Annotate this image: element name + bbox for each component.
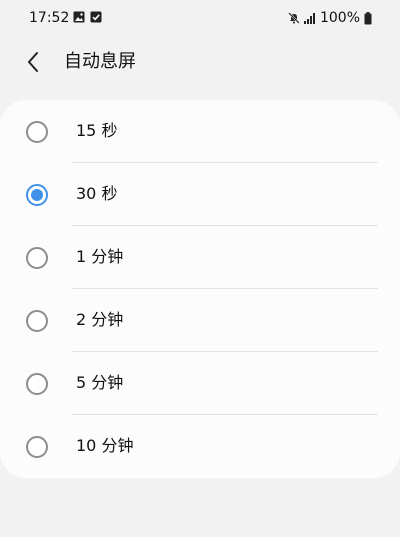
option-10-minutes[interactable]: 10 分钟 [0, 415, 400, 478]
option-30-seconds[interactable]: 30 秒 [0, 163, 400, 226]
radio-button[interactable] [26, 310, 48, 332]
page-title: 自动息屏 [64, 51, 136, 72]
battery-percentage: 100% [319, 10, 360, 26]
radio-dot [31, 189, 43, 201]
option-2-minutes[interactable]: 2 分钟 [0, 289, 400, 352]
options-card: 15 秒 30 秒 1 分钟 2 分钟 5 分钟 10 分钟 [0, 100, 400, 478]
battery-icon [364, 11, 372, 25]
option-1-minute[interactable]: 1 分钟 [0, 226, 400, 289]
status-time: 17:52 [29, 10, 70, 26]
status-bar: 17:52 100% [0, 0, 400, 36]
option-label: 15 秒 [76, 121, 118, 140]
app-header: 自动息屏 [0, 40, 400, 84]
radio-button-selected[interactable] [26, 184, 48, 206]
radio-button[interactable] [26, 373, 48, 395]
mute-icon [288, 12, 300, 24]
radio-button[interactable] [26, 247, 48, 269]
option-label: 10 分钟 [76, 436, 134, 455]
signal-icon [303, 12, 316, 24]
option-label: 2 分钟 [76, 310, 124, 329]
option-15-seconds[interactable]: 15 秒 [0, 100, 400, 163]
image-icon [73, 11, 85, 23]
radio-button[interactable] [26, 121, 48, 143]
chevron-left-icon [20, 48, 48, 76]
option-5-minutes[interactable]: 5 分钟 [0, 352, 400, 415]
status-system-icons: 100% [288, 10, 372, 26]
radio-button[interactable] [26, 436, 48, 458]
option-label: 5 分钟 [76, 373, 124, 392]
option-label: 30 秒 [76, 184, 118, 203]
checkbox-icon [90, 11, 102, 23]
status-notification-icons [73, 11, 102, 23]
back-button[interactable] [20, 48, 48, 76]
option-label: 1 分钟 [76, 247, 124, 266]
